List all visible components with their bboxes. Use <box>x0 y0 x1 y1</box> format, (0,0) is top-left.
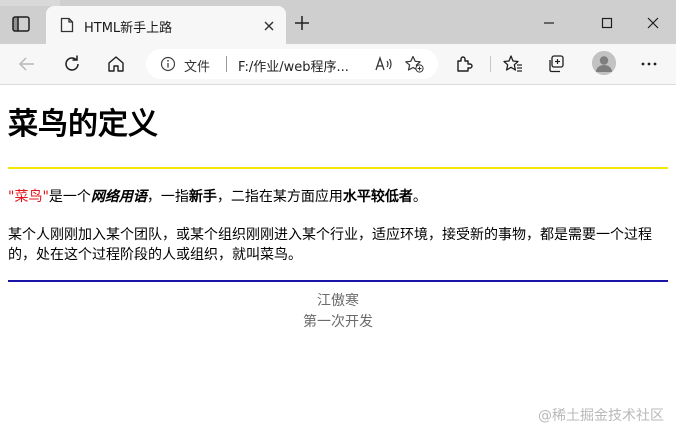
title-bar-sliver <box>0 0 60 6</box>
home-icon[interactable] <box>105 53 127 75</box>
definition-text-b: ，一指 <box>146 189 189 205</box>
collections-icon[interactable] <box>546 53 568 75</box>
add-favorite-icon[interactable] <box>404 55 424 73</box>
definition-text-d: 。 <box>412 189 427 205</box>
blue-divider <box>8 280 668 282</box>
address-scheme-label: 文件 <box>184 60 211 75</box>
tab-strip: HTML新手上路 <box>0 0 676 44</box>
author-name: 江傲寒 <box>317 293 359 309</box>
definition-text-a: 是一个 <box>48 189 91 205</box>
address-divider <box>226 56 227 72</box>
more-icon[interactable] <box>638 53 660 75</box>
page-title: 菜鸟的定义 <box>8 107 158 142</box>
extensions-icon[interactable] <box>453 53 475 75</box>
tab-actions-icon[interactable] <box>10 14 32 34</box>
page-content: 菜鸟的定义 "菜鸟"是一个网络用语，一指新手，二指在某方面应用水平较低者。 某个… <box>0 85 676 438</box>
term-low-level: 水平较低者 <box>342 189 413 205</box>
read-aloud-icon[interactable] <box>374 55 394 73</box>
back-icon[interactable] <box>16 53 38 75</box>
browser-window: HTML新手上路 文件 F:/作业/web程序... 菜鸟的定义 "菜鸟"是一个… <box>0 0 676 438</box>
navigation-toolbar: 文件 F:/作业/web程序... <box>0 44 676 85</box>
quoted-term: "菜鸟" <box>8 189 49 205</box>
address-bar[interactable]: 文件 F:/作业/web程序... <box>146 49 438 79</box>
close-icon[interactable] <box>262 18 276 32</box>
minimize-icon[interactable] <box>536 10 562 36</box>
definition-paragraph: "菜鸟"是一个网络用语，一指新手，二指在某方面应用水平较低者。 <box>8 187 427 207</box>
refresh-icon[interactable] <box>61 53 83 75</box>
footer-note: 第一次开发 <box>303 314 373 330</box>
explanation-paragraph: 某个人刚刚加入某个团队，或某个组织刚刚进入某个行业，适应环境，接受新的事物，都是… <box>8 227 652 263</box>
tab-active[interactable]: HTML新手上路 <box>46 6 286 44</box>
profile-icon[interactable] <box>592 51 616 75</box>
info-icon[interactable] <box>160 56 176 72</box>
page-favicon-icon <box>60 17 74 33</box>
plus-icon[interactable] <box>293 14 311 32</box>
tab-title: HTML新手上路 <box>84 21 173 36</box>
term-newbie: 新手 <box>188 189 217 205</box>
watermark: @稀土掘金技术社区 <box>538 408 664 424</box>
favorites-icon[interactable] <box>502 53 524 75</box>
window-close-icon[interactable] <box>640 10 666 36</box>
toolbar-divider <box>490 56 491 72</box>
term-internet-slang: 网络用语 <box>90 189 147 205</box>
yellow-divider <box>8 167 668 169</box>
maximize-icon[interactable] <box>594 10 620 36</box>
definition-text-c: ，二指在某方面应用 <box>216 189 343 205</box>
address-url[interactable]: F:/作业/web程序... <box>238 56 349 75</box>
